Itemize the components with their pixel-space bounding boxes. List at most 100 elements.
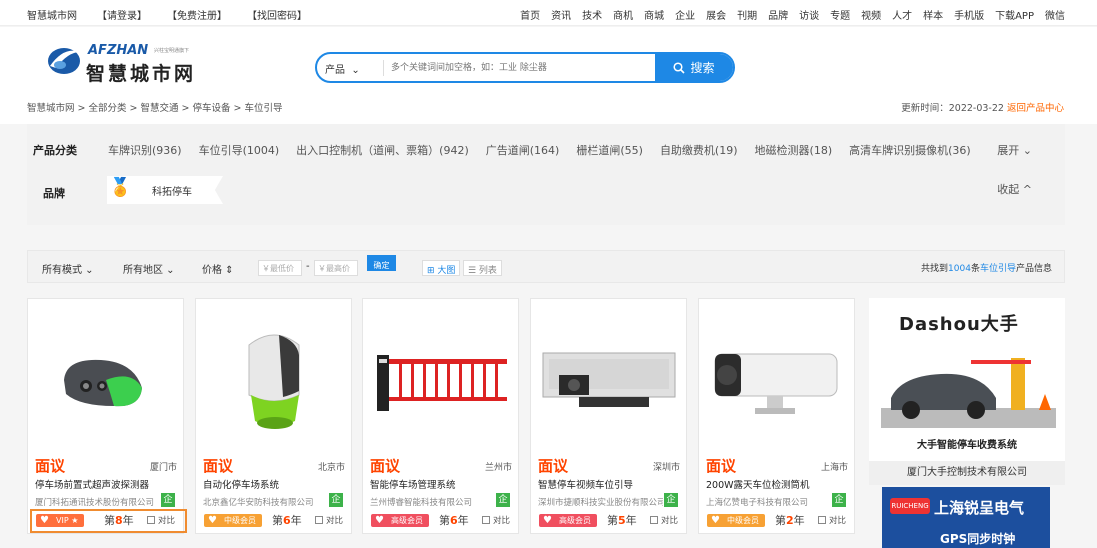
product-card[interactable]: 面议 深圳市 智慧停车视频车位引导 深圳市捷顺科技实业股份有限公司 企 ♥ 高级会… [530, 298, 687, 534]
member-badge: ♥ 中级会员 [204, 514, 262, 527]
company-name[interactable]: 深圳市捷顺科技实业股份有限公司 [538, 496, 663, 508]
product-city: 北京市 [317, 463, 345, 473]
site-header: AFZHAN 兴柱宝明通旗下 智慧城市网 产品 ⌄ 搜索 智慧城市网 > 全部分… [0, 27, 1097, 124]
nav-interview[interactable]: 访谈 [799, 7, 819, 22]
search-input[interactable] [391, 59, 651, 77]
compare-checkbox[interactable]: 对比 [649, 514, 678, 526]
login-link[interactable]: 【请登录】 [97, 7, 147, 22]
nav-business[interactable]: 商机 [613, 7, 633, 22]
nav-topic[interactable]: 专题 [830, 7, 850, 22]
search-button[interactable]: 搜索 [655, 54, 733, 81]
brand-item[interactable]: 🏅 科拓停车 [107, 176, 223, 204]
ad-company[interactable]: 厦门大手控制技术有限公司 [869, 461, 1065, 485]
nav-company[interactable]: 企业 [675, 7, 695, 22]
parking-robot-image [248, 334, 300, 429]
category-item[interactable]: 出入口控制机（道闸、票箱）(942) [296, 142, 469, 158]
result-count: 共找到1004条车位引导产品信息 [921, 264, 1052, 274]
product-title[interactable]: 智能停车场管理系统 [370, 477, 456, 491]
product-title[interactable]: 自动化停车场系统 [203, 477, 279, 491]
breadcrumb[interactable]: 智慧城市网 > 全部分类 > 智慧交通 > 停车设备 > 车位引导 [27, 100, 283, 114]
ad-banner-ruicheng[interactable]: RUICHENG 上海锐呈电气 GPS同步时钟 [882, 487, 1050, 548]
nav-tech[interactable]: 技术 [582, 7, 602, 22]
product-city: 兰州市 [484, 463, 512, 473]
enterprise-badge: 企 [329, 493, 343, 507]
ultrasonic-detector-image [64, 359, 142, 406]
search-category-select[interactable]: 产品 ⌄ [325, 61, 360, 76]
compare-checkbox[interactable]: 对比 [314, 514, 343, 526]
nav-download-app[interactable]: 下载APP [995, 7, 1034, 22]
heart-icon: ♥ [711, 515, 720, 526]
site-logo[interactable]: AFZHAN 兴柱宝明通旗下 智慧城市网 [46, 41, 226, 85]
max-price-input[interactable]: ￥最高价 [314, 260, 358, 276]
min-price-input[interactable]: ￥最低价 [258, 260, 302, 276]
product-card[interactable]: 面议 上海市 200W露天车位检测筒机 上海亿赞电子科技有限公司 企 ♥ 中级会员… [698, 298, 855, 534]
nav-news[interactable]: 资讯 [551, 7, 571, 22]
product-image[interactable] [539, 313, 679, 446]
nav-sample[interactable]: 样本 [923, 7, 943, 22]
category-item[interactable]: 车牌识别(936) [108, 142, 182, 158]
category-item[interactable]: 自助缴费机(19) [660, 142, 738, 158]
price-sort[interactable]: 价格 ⇕ [202, 261, 234, 276]
product-image[interactable] [707, 313, 847, 446]
barrier-gate-image [377, 354, 507, 411]
category-item[interactable]: 高清车牌识别摄像机(36) [849, 142, 971, 158]
register-link[interactable]: 【免费注册】 [167, 7, 227, 22]
site-home-link[interactable]: 智慧城市网 [27, 7, 77, 22]
ad-brand: Dashou大手 [899, 314, 1019, 335]
ad-title: 上海锐呈电气 [934, 499, 1025, 517]
list-view-button[interactable]: ☰ 列表 [463, 260, 502, 276]
nav-journal[interactable]: 刊期 [737, 7, 757, 22]
member-years: 第5年 [607, 514, 637, 527]
nav-mall[interactable]: 商城 [644, 7, 664, 22]
product-price: 面议 [35, 457, 66, 475]
product-card[interactable]: 面议 北京市 自动化停车场系统 北京鑫亿华安防科技有限公司 企 ♥ 中级会员 第6… [195, 298, 352, 534]
back-to-product-center-link[interactable]: 返回产品中心 [1007, 103, 1064, 114]
parking-scene-image [881, 358, 1056, 428]
company-name[interactable]: 上海亿赞电子科技有限公司 [706, 496, 831, 508]
heart-icon: ♥ [375, 515, 384, 526]
compare-checkbox[interactable]: 对比 [817, 514, 846, 526]
category-item[interactable]: 车位引导(1004) [199, 142, 280, 158]
product-card[interactable]: 面议 兰州市 智能停车场管理系统 兰州博睿智能科技有限公司 企 ♥ 高级会员 第6… [362, 298, 519, 534]
compare-checkbox[interactable]: 对比 [481, 514, 510, 526]
product-title[interactable]: 智慧停车视频车位引导 [538, 477, 633, 491]
category-item[interactable]: 广告道闸(164) [486, 142, 560, 158]
product-card[interactable]: 面议 厦门市 停车场前置式超声波探测器 厦门科拓通讯技术股份有限公司 企 ♥ VI… [27, 298, 184, 534]
logo-cn: 智慧城市网 [86, 63, 197, 85]
ad-caption: 大手智能停车收费系统 [917, 440, 1017, 451]
mode-dropdown[interactable]: 所有模式 ⌄ [42, 261, 94, 276]
product-image[interactable] [204, 313, 344, 446]
product-price: 面议 [203, 457, 234, 475]
expand-button[interactable]: 展开 ⌄ [997, 142, 1032, 158]
company-name[interactable]: 厦门科拓通讯技术股份有限公司 [35, 496, 160, 508]
collapse-button[interactable]: 收起 ^ [997, 181, 1032, 197]
product-title[interactable]: 200W露天车位检测筒机 [706, 477, 810, 491]
product-city: 厦门市 [149, 463, 177, 473]
vip-highlight-frame [30, 509, 187, 533]
nav-talent[interactable]: 人才 [892, 7, 912, 22]
nav-brand[interactable]: 品牌 [768, 7, 788, 22]
price-confirm-button[interactable]: 确定 [367, 255, 396, 271]
category-item[interactable]: 地磁检测器(18) [755, 142, 833, 158]
nav-video[interactable]: 视频 [861, 7, 881, 22]
enterprise-badge: 企 [832, 493, 846, 507]
nav-expo[interactable]: 展会 [706, 7, 726, 22]
company-name[interactable]: 北京鑫亿华安防科技有限公司 [203, 496, 328, 508]
filter-panel: 产品分类 车牌识别(936) 车位引导(1004) 出入口控制机（道闸、票箱）(… [27, 124, 1065, 225]
big-view-button[interactable]: ⊞ 大图 [422, 260, 461, 276]
member-badge: ♥ 高级会员 [371, 514, 429, 527]
region-dropdown[interactable]: 所有地区 ⌄ [123, 261, 175, 276]
product-image[interactable] [371, 313, 511, 446]
heart-icon: ♥ [543, 515, 552, 526]
nav-mobile[interactable]: 手机版 [954, 7, 984, 22]
recover-password-link[interactable]: 【找回密码】 [247, 7, 307, 22]
company-name[interactable]: 兰州博睿智能科技有限公司 [370, 496, 495, 508]
ad-banner-dashou[interactable]: Dashou大手 大手智能停车收费系统 [869, 298, 1065, 461]
category-item[interactable]: 栅栏道闸(55) [576, 142, 643, 158]
account-links: 智慧城市网 【请登录】 【免费注册】 【找回密码】 [27, 7, 307, 22]
nav-home[interactable]: 首页 [520, 7, 540, 22]
sort-bar: 所有模式 ⌄ 所有地区 ⌄ 价格 ⇕ ￥最低价 - ￥最高价 确定 ⊞ 大图 ☰… [27, 250, 1065, 283]
product-title[interactable]: 停车场前置式超声波探测器 [35, 477, 149, 491]
nav-wechat[interactable]: 微信 [1045, 7, 1065, 22]
product-image[interactable] [36, 313, 176, 446]
